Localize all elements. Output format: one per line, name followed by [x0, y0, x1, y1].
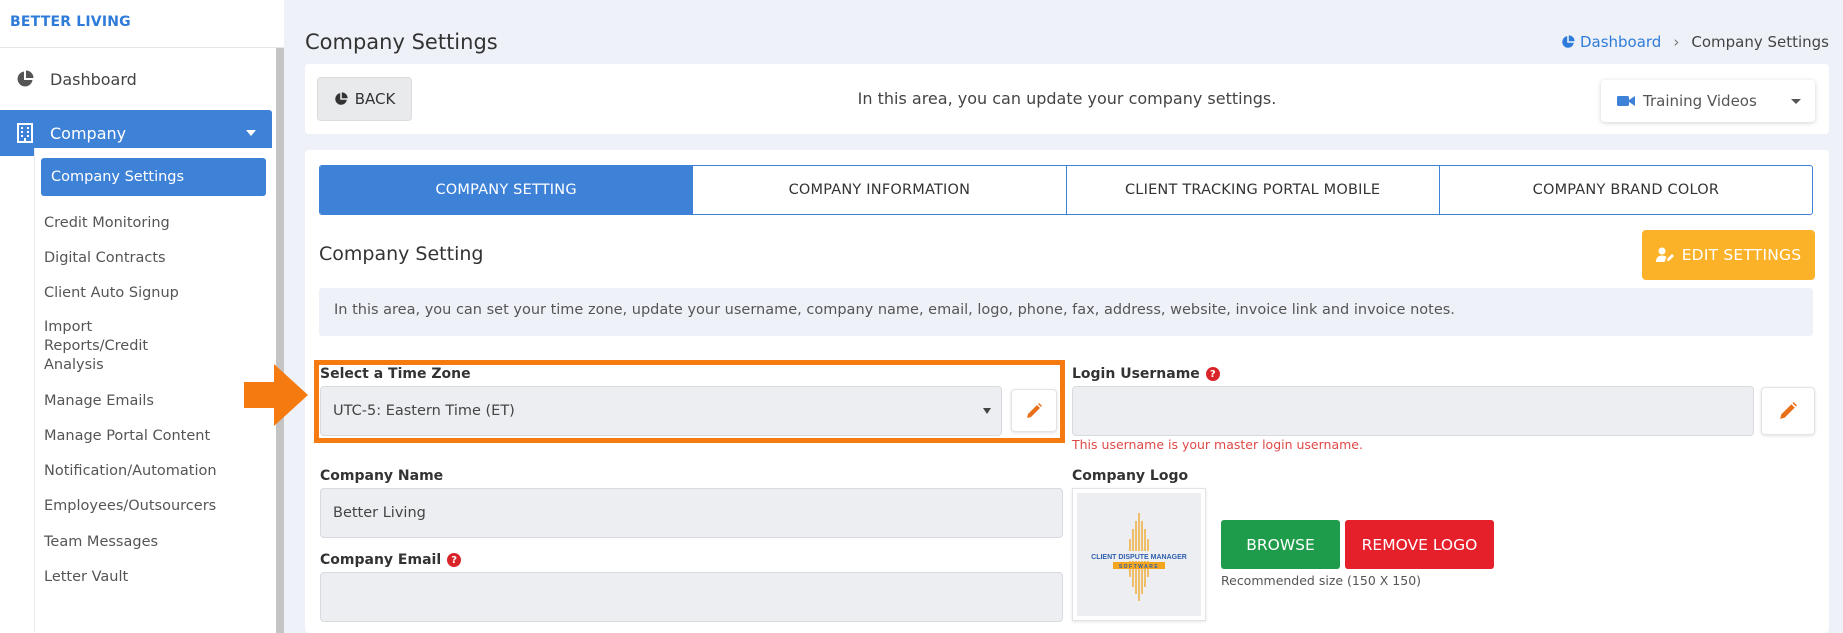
caret-down-icon [246, 130, 256, 136]
question-circle-icon[interactable]: ? [1205, 367, 1220, 381]
login-username-label-text: Login Username [1072, 366, 1200, 382]
submenu-item-manage-emails[interactable]: Manage Emails [35, 391, 272, 411]
pencil-icon [1780, 402, 1797, 419]
building-icon [14, 122, 36, 144]
company-logo-preview: CLIENT DISPUTE MANAGER SOFTWARE [1072, 488, 1206, 621]
remove-logo-button[interactable]: REMOVE LOGO [1345, 520, 1494, 569]
submenu-item-manage-portal-content[interactable]: Manage Portal Content [35, 426, 272, 446]
breadcrumb-home-label: Dashboard [1579, 33, 1662, 51]
company-name-value: Better Living [333, 505, 426, 521]
browse-button[interactable]: BROWSE [1221, 520, 1340, 569]
company-logo-label-text: Company Logo [1072, 468, 1189, 484]
back-button-label: BACK [354, 90, 396, 108]
username-edit-button[interactable] [1761, 387, 1815, 435]
submenu-item-digital-contracts[interactable]: Digital Contracts [35, 248, 272, 268]
company-email-input[interactable] [320, 572, 1063, 622]
company-email-label-text: Company Email [320, 552, 442, 568]
arrow-right-icon [244, 364, 308, 426]
video-camera-icon [1617, 96, 1635, 106]
breadcrumb-current: Company Settings [1691, 33, 1829, 51]
pie-chart-icon [1562, 35, 1575, 48]
pie-chart-icon [334, 92, 348, 105]
user-edit-icon [1655, 247, 1674, 262]
chevron-right-icon: › [1673, 33, 1680, 51]
company-email-label: Company Email ? [320, 552, 462, 568]
tab-company-information[interactable]: COMPANY INFORMATION [693, 166, 1067, 214]
tab-client-tracking-portal-mobile[interactable]: CLIENT TRACKING PORTAL MOBILE [1067, 166, 1440, 214]
breadcrumb: Dashboard › Company Settings [1561, 33, 1829, 51]
tab-company-setting[interactable]: COMPANY SETTING [320, 166, 694, 214]
sidebar-scrollbar[interactable] [276, 48, 284, 633]
sidebar-item-label: Company [50, 123, 127, 143]
section-title: Company Setting [319, 243, 484, 265]
submenu-item-credit-monitoring[interactable]: Credit Monitoring [35, 213, 272, 233]
submenu-item-company-settings[interactable]: Company Settings [41, 158, 266, 196]
edit-settings-label: EDIT SETTINGS [1681, 246, 1802, 264]
top-bar: In this area, you can update your compan… [305, 64, 1829, 134]
logo-size-hint: Recommended size (150 X 150) [1221, 573, 1422, 588]
training-videos-dropdown[interactable]: Training Videos [1601, 80, 1815, 122]
caret-down-icon [1791, 98, 1801, 104]
pie-chart-icon [14, 68, 36, 90]
submenu-item-letter-vault[interactable]: Letter Vault [35, 567, 272, 587]
page-title: Company Settings [305, 30, 498, 54]
timezone-highlight-box [314, 360, 1065, 443]
sidebar: BETTER LIVING Dashboard Company Company … [0, 0, 284, 633]
back-button[interactable]: BACK [317, 77, 412, 121]
submenu-item-notification-automation[interactable]: Notification/Automation [35, 461, 272, 481]
login-username-input[interactable] [1072, 386, 1754, 436]
company-name-label-text: Company Name [320, 468, 444, 484]
submenu-item-import-reports[interactable]: Import Reports/Credit Analysis [35, 318, 205, 375]
brand-name[interactable]: BETTER LIVING [0, 0, 284, 48]
submenu-item-team-messages[interactable]: Team Messages [35, 532, 272, 552]
settings-tabs: COMPANY SETTING COMPANY INFORMATION CLIE… [319, 165, 1813, 215]
question-circle-icon[interactable]: ? [447, 553, 462, 567]
logo-text-line2: SOFTWARE [1119, 563, 1159, 569]
tab-company-brand-color[interactable]: COMPANY BRAND COLOR [1440, 166, 1812, 214]
breadcrumb-home-link[interactable]: Dashboard [1561, 33, 1661, 51]
company-name-input[interactable]: Better Living [320, 488, 1063, 538]
submenu-item-client-auto-signup[interactable]: Client Auto Signup [35, 283, 272, 303]
info-message: In this area, you can set your time zone… [319, 288, 1813, 336]
edit-settings-button[interactable]: EDIT SETTINGS [1642, 230, 1815, 280]
sidebar-item-label: Dashboard [50, 69, 137, 89]
login-username-label: Login Username ? [1072, 366, 1220, 382]
submenu-item-employees-outsourcers[interactable]: Employees/Outsourcers [35, 496, 272, 516]
logo-text-line1: CLIENT DISPUTE MANAGER [1091, 554, 1187, 561]
company-logo-label: Company Logo [1072, 468, 1188, 484]
company-submenu: Company Settings Credit Monitoring Digit… [34, 148, 272, 633]
sidebar-item-dashboard[interactable]: Dashboard [0, 56, 284, 102]
training-videos-label: Training Videos [1643, 92, 1757, 110]
company-logo-image: CLIENT DISPUTE MANAGER SOFTWARE [1077, 493, 1201, 616]
username-hint: This username is your master login usern… [1072, 437, 1363, 452]
company-name-label: Company Name [320, 468, 443, 484]
